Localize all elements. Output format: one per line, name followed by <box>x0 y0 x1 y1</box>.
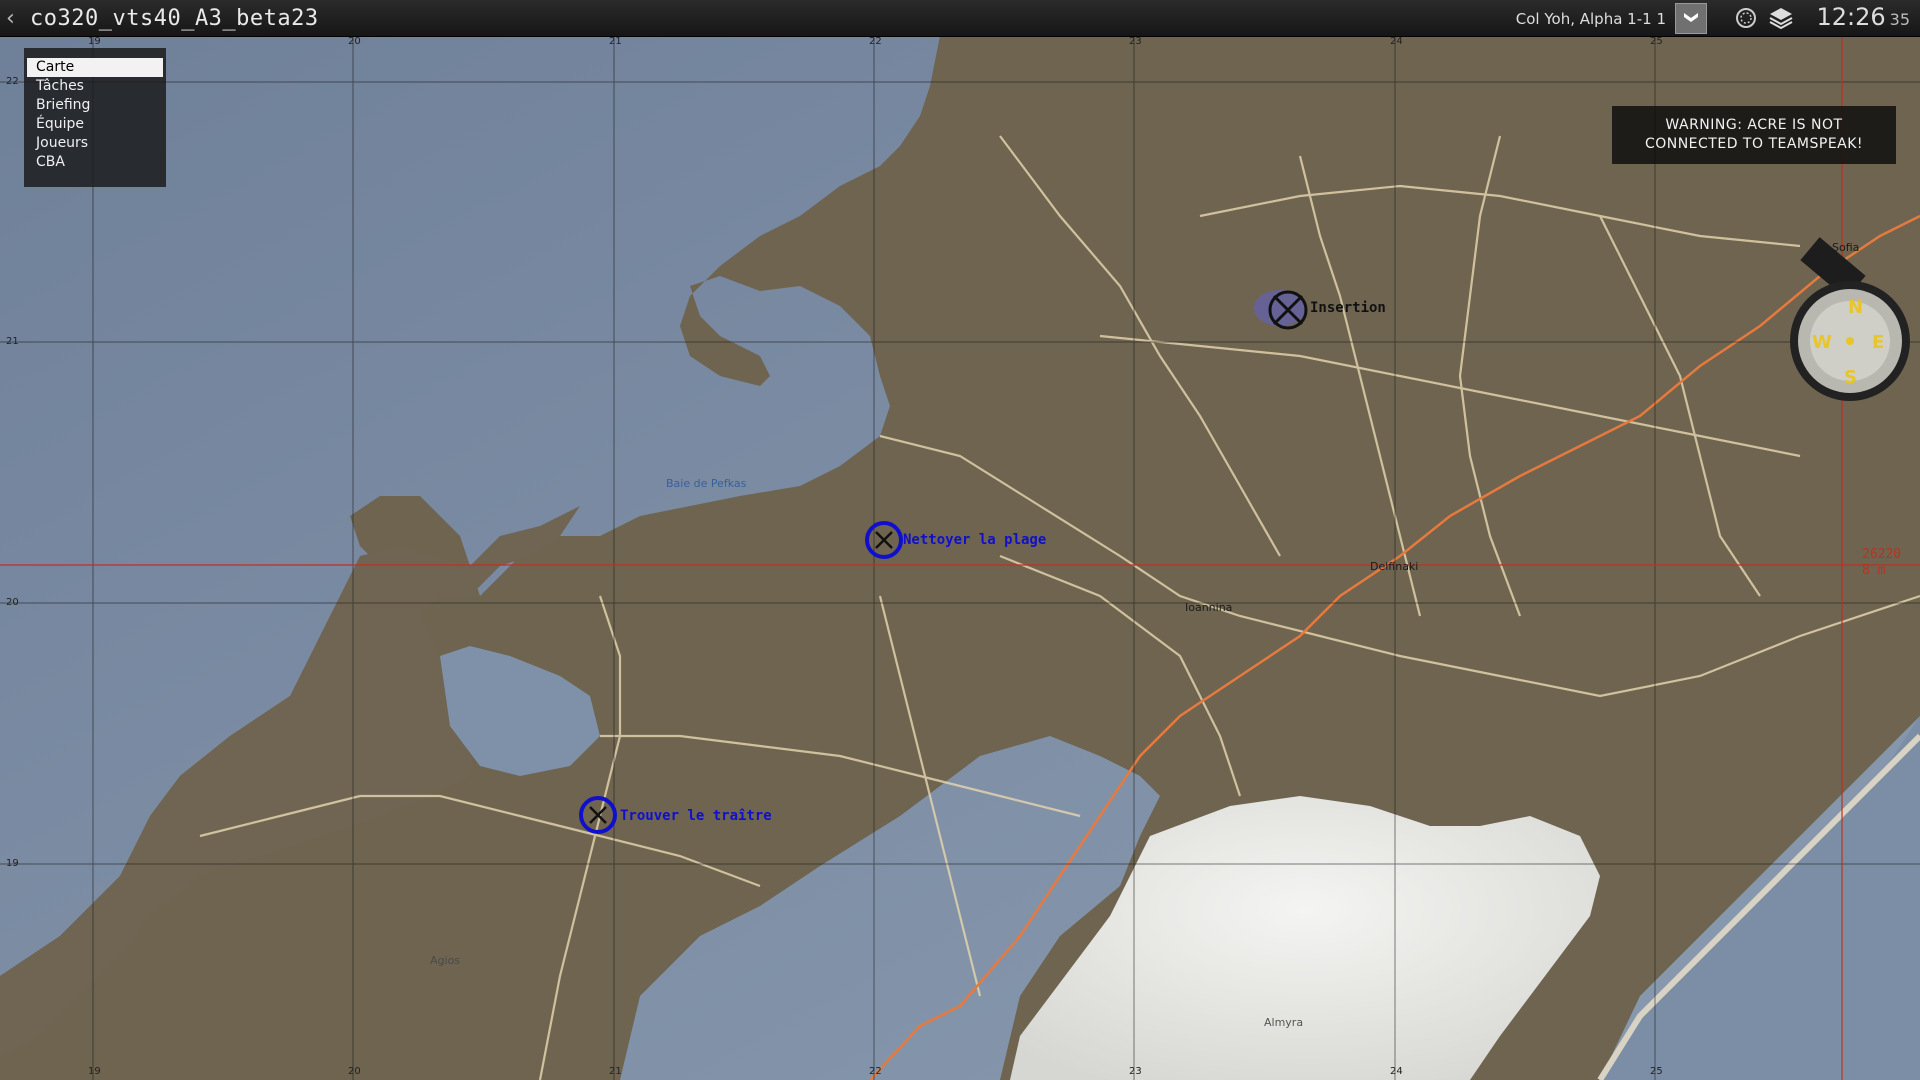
place-label-almyra: Almyra <box>1264 1016 1304 1029</box>
grid-label-y: 19 <box>6 858 19 869</box>
grid-label-x: 22 <box>869 1066 882 1077</box>
grid-label-x: 24 <box>1390 1066 1403 1077</box>
grid-label-y: 20 <box>6 597 19 608</box>
grid-label-x: 25 <box>1650 1066 1663 1077</box>
clock-time: 12:26 <box>1816 3 1886 31</box>
grid-label-y: 21 <box>6 336 19 347</box>
cursor-coordinate-readout: 26220 8 m <box>1862 547 1901 579</box>
grid-label-x: 23 <box>1129 36 1142 47</box>
place-label-bay: Baie de Pefkas <box>666 477 747 490</box>
back-chevron-icon[interactable]: ‹ <box>6 6 15 31</box>
clock-seconds: 35 <box>1889 10 1910 29</box>
readout-distance: 8 m <box>1862 563 1886 578</box>
mission-title: co320_vts40_A3_beta23 <box>30 6 319 31</box>
map-canvas[interactable]: N W E S <box>0 36 1920 1080</box>
svg-text:W: W <box>1812 332 1832 353</box>
warning-line-1: WARNING: ACRE IS NOT <box>1665 117 1843 133</box>
clock: 12:26 35 <box>1816 3 1910 31</box>
rank-button[interactable] <box>1675 3 1707 34</box>
menu-item-equipe[interactable]: Équipe <box>27 115 163 134</box>
place-label-ioannina: Ioannina <box>1185 601 1233 614</box>
grid-label-x: 21 <box>609 36 622 47</box>
grid-label-x: 25 <box>1650 36 1663 47</box>
grid-label-x: 20 <box>348 36 361 47</box>
place-label-delfinaki: Delfinaki <box>1370 560 1419 573</box>
grid-label-x: 23 <box>1129 1066 1142 1077</box>
menu-item-briefing[interactable]: Briefing <box>27 96 163 115</box>
warning-line-2: CONNECTED TO TEAMSPEAK! <box>1644 136 1864 152</box>
menu-item-cba[interactable]: CBA <box>27 153 163 172</box>
grid-label-x: 22 <box>869 36 882 47</box>
svg-text:S: S <box>1844 367 1857 388</box>
menu-item-carte[interactable]: Carte <box>27 58 163 77</box>
gps-icon[interactable] <box>1734 6 1758 30</box>
task-label-nettoyer[interactable]: Nettoyer la plage <box>903 532 1046 548</box>
player-name: Col Yoh, Alpha 1-1 1 <box>1515 10 1666 28</box>
readout-grid: 26220 <box>1862 547 1902 562</box>
svg-text:N: N <box>1848 297 1863 318</box>
menu-item-taches[interactable]: Tâches <box>27 77 163 96</box>
insertion-label[interactable]: Insertion <box>1310 300 1386 316</box>
layers-icon[interactable] <box>1768 6 1794 30</box>
acre-warning: WARNING: ACRE IS NOT CONNECTED TO TEAMSP… <box>1612 106 1896 164</box>
menu-item-joueurs[interactable]: Joueurs <box>27 134 163 153</box>
grid-label-x: 20 <box>348 1066 361 1077</box>
grid-label-x: 19 <box>88 36 101 47</box>
grid-label-x: 19 <box>88 1066 101 1077</box>
grid-label-x: 24 <box>1390 36 1403 47</box>
top-bar: ‹ co320_vts40_A3_beta23 Col Yoh, Alpha 1… <box>0 0 1920 37</box>
place-label-sofia: Sofia <box>1832 241 1860 254</box>
svg-text:E: E <box>1872 332 1884 353</box>
place-label-agios: Agios <box>430 954 461 967</box>
briefing-menu: Carte Tâches Briefing Équipe Joueurs CBA <box>24 48 166 187</box>
task-label-trouver[interactable]: Trouver le traître <box>620 808 772 824</box>
rank-chevron-icon <box>1684 13 1698 22</box>
grid-label-y: 22 <box>6 76 19 87</box>
grid-label-x: 21 <box>609 1066 622 1077</box>
